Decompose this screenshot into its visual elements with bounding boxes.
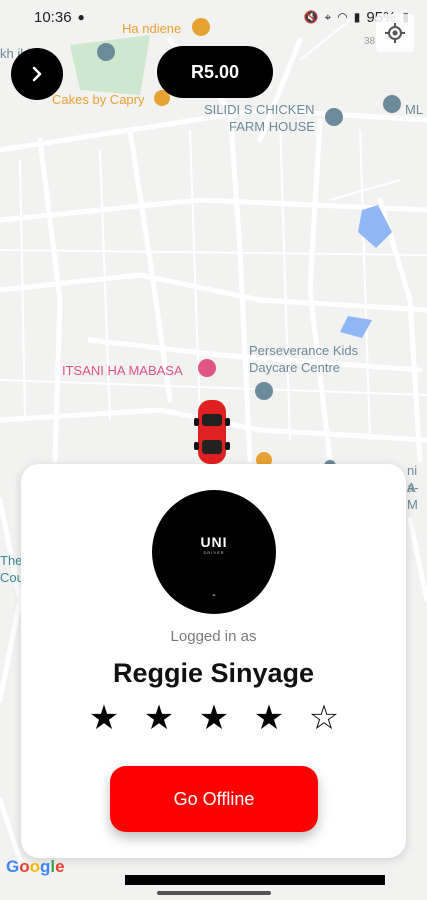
google-letter: e [55, 857, 65, 876]
map-label-ml[interactable]: ML [405, 101, 423, 118]
car-marker [194, 400, 230, 464]
map-label-perseverance-1[interactable]: Perseverance Kids [249, 342, 358, 359]
driver-status-card: UNI DRIVER - Logged in as Reggie Sinyage… [21, 464, 406, 858]
avatar: UNI DRIVER - [152, 490, 276, 614]
star-icon-filled: ★ [253, 699, 285, 737]
map-label-the-1[interactable]: The [0, 552, 22, 569]
menu-button[interactable] [11, 48, 63, 100]
star-icon-filled: ★ [143, 699, 175, 737]
crosshair-icon [385, 23, 405, 43]
rating-stars: ★ ★ ★ ★ ☆ [86, 700, 342, 740]
gesture-handle[interactable] [157, 891, 271, 895]
chevron-right-icon [32, 66, 42, 82]
logged-in-label: Logged in as [170, 628, 257, 645]
signal-icon: ▮ [353, 10, 361, 24]
fare-balance-pill[interactable]: R5.00 [157, 46, 273, 98]
map-label-corner: 38 [364, 36, 376, 47]
status-bar: 10:36 ● 🔇 ⌖ ◠ ▮ 95% ▮ [0, 0, 427, 34]
star-icon-empty: ☆ [308, 699, 340, 737]
google-letter: G [6, 857, 20, 876]
map-label-silidi-2[interactable]: FARM HOUSE [229, 118, 315, 135]
star-icon-filled: ★ [198, 699, 230, 737]
google-logo: Google [6, 857, 65, 877]
avatar-dot: - [212, 590, 216, 601]
location-icon: ⌖ [324, 9, 332, 24]
wifi-icon: ◠ [337, 10, 348, 24]
driver-name: Reggie Sinyage [112, 658, 315, 688]
status-time: 10:36 [34, 8, 72, 26]
avatar-brand: UNI [200, 534, 228, 550]
notification-icon: ● [77, 10, 85, 24]
mute-icon: 🔇 [303, 10, 319, 24]
star-icon-filled: ★ [88, 699, 120, 737]
map-label-silidi-1[interactable]: SILIDI S CHICKEN [204, 101, 315, 118]
map-label-cakes[interactable]: Cakes by Capry [52, 91, 144, 108]
map-label-ni-2[interactable]: a-M [407, 479, 427, 513]
google-letter: o [29, 857, 41, 876]
avatar-brand-sub: DRIVER [203, 550, 225, 555]
google-letter: o [19, 857, 30, 876]
my-location-button[interactable] [376, 14, 414, 52]
bottom-bar [125, 875, 385, 885]
map-label-perseverance-2[interactable]: Daycare Centre [249, 359, 340, 376]
go-offline-button[interactable]: Go Offline [110, 766, 318, 832]
google-letter: g [40, 857, 51, 876]
map-label-itsani[interactable]: ITSANI HA MABASA [62, 362, 183, 379]
